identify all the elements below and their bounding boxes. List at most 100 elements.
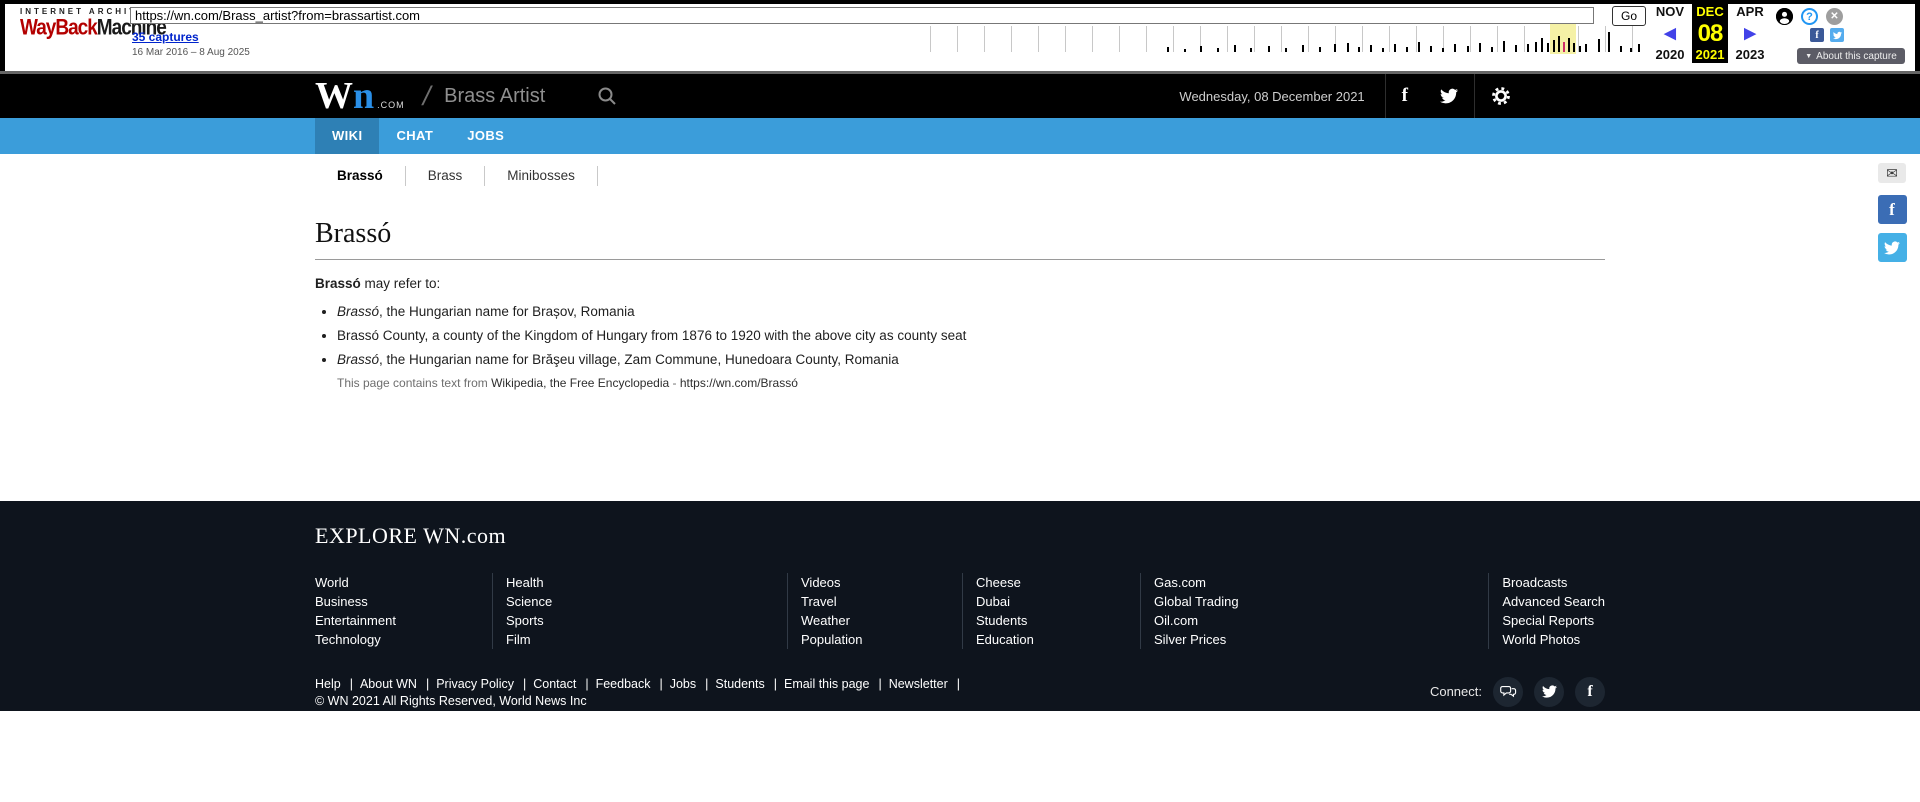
chat-icon[interactable]	[1493, 677, 1523, 707]
next-year-label[interactable]: 2023	[1728, 47, 1772, 63]
twitter-icon[interactable]	[1424, 74, 1474, 118]
twitter-share-icon[interactable]	[1878, 233, 1907, 262]
copyright: © WN 2021 All Rights Reserved, World New…	[315, 694, 967, 708]
search-icon[interactable]	[597, 86, 617, 106]
footer-legal-link[interactable]: Feedback	[596, 677, 670, 691]
footer-link[interactable]: Education	[976, 630, 1140, 649]
footer-link[interactable]: Students	[976, 611, 1140, 630]
footer-column: WorldBusinessEntertainmentTechnology	[315, 573, 492, 649]
footer-link[interactable]: Cheese	[976, 573, 1140, 592]
footer: EXPLORE WN.com WorldBusinessEntertainmen…	[0, 501, 1920, 711]
article: Brassó Brassó may refer to: Brassó, the …	[315, 218, 1605, 390]
footer-link[interactable]: Health	[506, 573, 787, 592]
main-content: BrassóBrassMinibosses Brassó Brassó may …	[0, 154, 1920, 501]
calendar-current-column: DEC 08 2021	[1692, 4, 1728, 63]
source-url-link[interactable]: https://wn.com/Brassó	[680, 376, 798, 390]
capture-calendar: NOV ◀ 2020 DEC 08 2021 APR ▶ 2023	[1648, 4, 1772, 63]
close-toolbar-icon[interactable]: ✕	[1826, 8, 1843, 25]
settings-gear-icon[interactable]	[1475, 74, 1527, 118]
footer-legal-link[interactable]: Jobs	[670, 677, 716, 691]
footer-link[interactable]: Technology	[315, 630, 492, 649]
header-right: Wednesday, 08 December 2021 f	[1179, 74, 1527, 118]
footer-legal-link[interactable]: Newsletter	[889, 677, 967, 691]
capture-timeline[interactable]	[930, 26, 1642, 52]
footer-legal-link[interactable]: About WN	[360, 677, 436, 691]
footer-link[interactable]: Special Reports	[1502, 611, 1605, 630]
footer-link[interactable]: Global Trading	[1154, 592, 1488, 611]
account-icon[interactable]	[1776, 8, 1793, 25]
footer-link[interactable]: Gas.com	[1154, 573, 1488, 592]
footer-column: Gas.comGlobal TradingOil.comSilver Price…	[1140, 573, 1488, 649]
wayback-url-input[interactable]	[130, 7, 1594, 24]
footer-column: HealthScienceSportsFilm	[492, 573, 787, 649]
wayback-toolbar: INTERNET ARCHIVE WayBackMachine 35 captu…	[0, 0, 1920, 74]
footer-link[interactable]: Population	[801, 630, 962, 649]
go-button[interactable]: Go	[1612, 6, 1646, 26]
footer-link[interactable]: Science	[506, 592, 787, 611]
about-this-capture-button[interactable]: ▼ About this capture	[1797, 48, 1905, 64]
footer-link[interactable]: Oil.com	[1154, 611, 1488, 630]
wayback-facebook-icon[interactable]: f	[1810, 28, 1824, 42]
list-item: Brassó, the Hungarian name for Brașov, R…	[337, 304, 1605, 319]
footer-link[interactable]: Travel	[801, 592, 962, 611]
nav-item[interactable]: JOBS	[450, 118, 521, 154]
nav-item[interactable]: WIKI	[315, 118, 379, 154]
footer-legal-link[interactable]: Contact	[533, 677, 595, 691]
twitter-icon[interactable]	[1534, 677, 1564, 707]
footer-link[interactable]: Weather	[801, 611, 962, 630]
connect-label: Connect:	[1430, 684, 1482, 699]
current-year-label[interactable]: 2021	[1692, 47, 1728, 63]
footer-link[interactable]: Business	[315, 592, 492, 611]
facebook-icon[interactable]: f	[1575, 677, 1605, 707]
header-date: Wednesday, 08 December 2021	[1179, 89, 1384, 104]
facebook-icon[interactable]: f	[1386, 74, 1424, 118]
footer-legal-link[interactable]: Students	[715, 677, 784, 691]
footer-link[interactable]: World Photos	[1502, 630, 1605, 649]
tab[interactable]: Minibosses	[485, 166, 598, 186]
dropdown-arrow-icon: ▼	[1805, 53, 1812, 60]
site-header: Wn.COM / Brass Artist Wednesday, 08 Dece…	[0, 74, 1920, 118]
footer-link[interactable]: Entertainment	[315, 611, 492, 630]
footer-column: CheeseDubaiStudentsEducation	[962, 573, 1140, 649]
next-month-label[interactable]: APR	[1728, 4, 1772, 20]
wikipedia-link[interactable]: Wikipedia, the Free Encyclopedia	[491, 376, 669, 390]
prev-month-label[interactable]: NOV	[1648, 4, 1692, 20]
list-item: Brassó County, a county of the Kingdom o…	[337, 328, 1605, 343]
current-day-label[interactable]: 08	[1692, 20, 1728, 47]
explore-title: EXPLORE WN.com	[315, 523, 1605, 549]
current-month-label[interactable]: DEC	[1692, 4, 1728, 20]
nav-item[interactable]: CHAT	[379, 118, 450, 154]
next-capture-arrow-icon[interactable]: ▶	[1728, 20, 1772, 47]
footer-link[interactable]: Sports	[506, 611, 787, 630]
captures-link[interactable]: 35 captures	[132, 30, 199, 44]
wn-logo[interactable]: Wn.COM	[315, 74, 405, 118]
title-divider	[315, 259, 1605, 260]
connect-block: Connect: f	[1430, 675, 1605, 708]
footer-legal-link[interactable]: Email this page	[784, 677, 889, 691]
tab[interactable]: Brassó	[315, 166, 406, 186]
prev-capture-arrow-icon[interactable]: ◀	[1648, 20, 1692, 47]
side-share-bar: ✉ f	[1877, 163, 1907, 262]
footer-link[interactable]: Dubai	[976, 592, 1140, 611]
footer-legal-link[interactable]: Help	[315, 677, 360, 691]
prev-year-label[interactable]: 2020	[1648, 47, 1692, 63]
footer-link[interactable]: Film	[506, 630, 787, 649]
calendar-next-column: APR ▶ 2023	[1728, 4, 1772, 63]
breadcrumb-separator: /	[419, 81, 433, 112]
tab[interactable]: Brass	[406, 166, 486, 186]
article-title: Brassó	[315, 218, 1605, 250]
list-item: Brassó, the Hungarian name for Brăşeu vi…	[337, 352, 1605, 367]
footer-link[interactable]: Videos	[801, 573, 962, 592]
footer-legal-link[interactable]: Privacy Policy	[436, 677, 533, 691]
footer-link[interactable]: Broadcasts	[1502, 573, 1605, 592]
footer-link[interactable]: Silver Prices	[1154, 630, 1488, 649]
footer-link[interactable]: World	[315, 573, 492, 592]
calendar-prev-column: NOV ◀ 2020	[1648, 4, 1692, 63]
wayback-twitter-icon[interactable]	[1830, 28, 1844, 42]
footer-link[interactable]: Advanced Search	[1502, 592, 1605, 611]
email-share-icon[interactable]: ✉	[1878, 163, 1906, 183]
source-line: This page contains text from Wikipedia, …	[337, 376, 1605, 390]
help-icon[interactable]: ?	[1801, 8, 1818, 25]
facebook-share-icon[interactable]: f	[1878, 195, 1907, 224]
footer-column: BroadcastsAdvanced SearchSpecial Reports…	[1488, 573, 1605, 649]
